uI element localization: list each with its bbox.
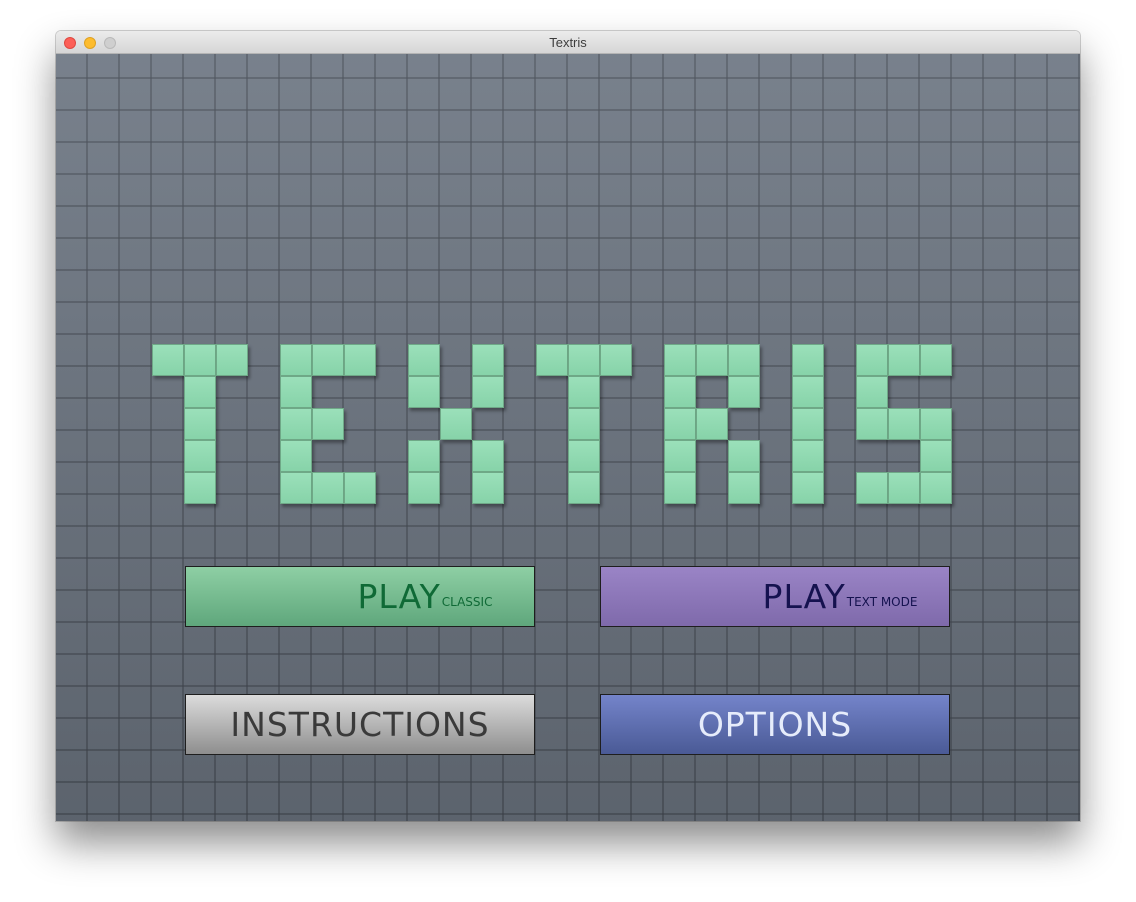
play-text-mode-button[interactable]: PLAY TEXT MODE xyxy=(600,566,950,627)
options-label: OPTIONS xyxy=(697,705,853,744)
play-text-mode-sublabel: TEXT MODE xyxy=(846,595,918,609)
logo-block-x xyxy=(408,440,440,472)
logo-block-r xyxy=(728,440,760,472)
logo-block-e xyxy=(280,472,312,504)
logo-block-t xyxy=(536,344,568,376)
logo-block-e xyxy=(312,344,344,376)
logo-block-t xyxy=(568,440,600,472)
instructions-button[interactable]: INSTRUCTIONS xyxy=(185,694,535,755)
logo-block-e xyxy=(280,344,312,376)
app-window: Textris PLAY CLASSIC PLAY TEXT MODE INST… xyxy=(56,31,1080,821)
logo-block-t xyxy=(568,344,600,376)
logo-block-e xyxy=(280,376,312,408)
instructions-label: INSTRUCTIONS xyxy=(230,705,490,744)
logo-block-s xyxy=(856,408,888,440)
logo-block-s xyxy=(888,344,920,376)
logo-block-t xyxy=(568,472,600,504)
logo-block-e xyxy=(344,472,376,504)
play-classic-label: PLAY xyxy=(357,577,441,616)
logo-block-r xyxy=(696,344,728,376)
logo-block-x xyxy=(472,376,504,408)
title-bar[interactable]: Textris xyxy=(56,31,1080,54)
logo-block-t xyxy=(184,472,216,504)
logo-block-e xyxy=(280,440,312,472)
logo-block-s xyxy=(888,408,920,440)
logo-block-x xyxy=(440,408,472,440)
logo-block-e xyxy=(312,408,344,440)
logo-block-r xyxy=(696,408,728,440)
logo-block-s xyxy=(856,376,888,408)
options-button[interactable]: OPTIONS xyxy=(600,694,950,755)
logo-block-e xyxy=(344,344,376,376)
logo-block-x xyxy=(408,376,440,408)
play-classic-button[interactable]: PLAY CLASSIC xyxy=(185,566,535,627)
logo-block-s xyxy=(920,344,952,376)
game-menu-screen: PLAY CLASSIC PLAY TEXT MODE INSTRUCTIONS… xyxy=(56,54,1080,821)
play-classic-sublabel: CLASSIC xyxy=(441,595,493,609)
logo-block-i xyxy=(792,344,824,376)
logo-block-t xyxy=(184,376,216,408)
logo-block-x xyxy=(408,472,440,504)
logo-block-t xyxy=(184,408,216,440)
logo-block-t xyxy=(152,344,184,376)
logo-block-t xyxy=(184,344,216,376)
logo-block-t xyxy=(216,344,248,376)
play-text-mode-label: PLAY xyxy=(762,577,846,616)
logo-block-s xyxy=(888,472,920,504)
logo-block-s xyxy=(856,472,888,504)
logo-block-e xyxy=(280,408,312,440)
logo-block-r xyxy=(664,472,696,504)
logo-block-r xyxy=(728,376,760,408)
logo-block-i xyxy=(792,408,824,440)
logo-block-i xyxy=(792,472,824,504)
logo-block-r xyxy=(664,440,696,472)
logo-block-s xyxy=(856,344,888,376)
logo-block-s xyxy=(920,440,952,472)
logo-block-t xyxy=(600,344,632,376)
logo-block-t xyxy=(568,376,600,408)
logo-block-i xyxy=(792,376,824,408)
logo-block-x xyxy=(472,344,504,376)
logo-block-t xyxy=(184,440,216,472)
logo-block-s xyxy=(920,408,952,440)
logo-block-r xyxy=(664,408,696,440)
logo-block-x xyxy=(472,472,504,504)
logo-block-t xyxy=(568,408,600,440)
window-title: Textris xyxy=(549,35,587,50)
logo-block-e xyxy=(312,472,344,504)
logo-block-x xyxy=(408,344,440,376)
logo-block-r xyxy=(664,344,696,376)
logo-block-x xyxy=(472,440,504,472)
logo-block-i xyxy=(792,440,824,472)
logo-block-s xyxy=(920,472,952,504)
logo-block-r xyxy=(664,376,696,408)
logo-block-r xyxy=(728,344,760,376)
logo-block-r xyxy=(728,472,760,504)
